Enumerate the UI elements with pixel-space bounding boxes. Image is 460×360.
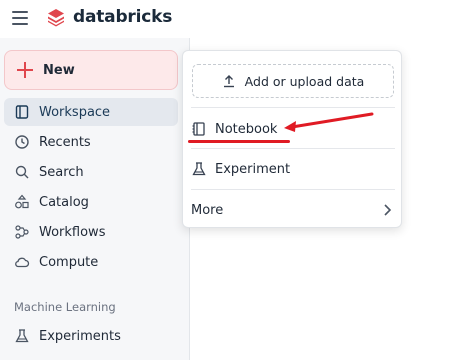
flask-icon bbox=[14, 328, 30, 344]
workspace-icon bbox=[14, 104, 30, 120]
brand-name: databricks bbox=[73, 7, 173, 27]
workflows-icon bbox=[14, 224, 30, 240]
plus-icon bbox=[17, 62, 33, 78]
sidebar-item-label: Workspace bbox=[39, 104, 111, 120]
new-button-label: New bbox=[43, 62, 75, 78]
menu-icon[interactable] bbox=[12, 11, 28, 25]
sidebar-item-label: Search bbox=[39, 164, 84, 180]
upload-icon bbox=[223, 75, 234, 88]
sidebar-item-catalog[interactable]: Catalog bbox=[4, 188, 178, 216]
add-or-upload-data-button[interactable]: Add or upload data bbox=[192, 64, 394, 98]
menu-item-label: More bbox=[191, 202, 224, 218]
notebook-icon bbox=[191, 121, 207, 137]
sidebar: New Workspace Recents Search Catalog Wor… bbox=[0, 38, 190, 360]
section-label-machine-learning: Machine Learning bbox=[14, 300, 116, 314]
menu-item-label: Notebook bbox=[215, 121, 278, 137]
sidebar-item-search[interactable]: Search bbox=[4, 158, 178, 186]
menu-item-more[interactable]: More bbox=[191, 195, 395, 225]
menu-divider bbox=[191, 189, 395, 190]
sidebar-item-workflows[interactable]: Workflows bbox=[4, 218, 178, 246]
sidebar-item-workspace[interactable]: Workspace bbox=[4, 98, 178, 126]
sidebar-item-label: Experiments bbox=[39, 328, 121, 344]
upload-label: Add or upload data bbox=[244, 73, 365, 89]
cloud-icon bbox=[14, 254, 30, 270]
chevron-right-icon bbox=[384, 204, 392, 216]
new-dropdown-menu: Add or upload data Notebook Experiment M… bbox=[182, 50, 402, 228]
sidebar-item-label: Workflows bbox=[39, 224, 106, 240]
sidebar-item-label: Compute bbox=[39, 254, 99, 270]
clock-icon bbox=[14, 134, 30, 150]
sidebar-item-compute[interactable]: Compute bbox=[4, 248, 178, 276]
menu-item-experiment[interactable]: Experiment bbox=[191, 154, 395, 184]
menu-divider bbox=[191, 148, 395, 149]
new-button[interactable]: New bbox=[4, 50, 178, 90]
sidebar-item-experiments[interactable]: Experiments bbox=[4, 322, 178, 350]
annotation-underline bbox=[188, 140, 290, 143]
sidebar-item-label: Recents bbox=[39, 134, 91, 150]
top-bar: databricks bbox=[0, 0, 460, 38]
catalog-icon bbox=[14, 194, 30, 210]
annotation-arrow-icon bbox=[284, 112, 374, 132]
search-icon bbox=[14, 164, 30, 180]
sidebar-item-label: Catalog bbox=[39, 194, 89, 210]
flask-icon bbox=[191, 161, 207, 177]
sidebar-item-recents[interactable]: Recents bbox=[4, 128, 178, 156]
databricks-logo[interactable]: databricks bbox=[46, 7, 172, 27]
databricks-logo-icon bbox=[48, 9, 64, 27]
menu-item-label: Experiment bbox=[215, 161, 291, 177]
